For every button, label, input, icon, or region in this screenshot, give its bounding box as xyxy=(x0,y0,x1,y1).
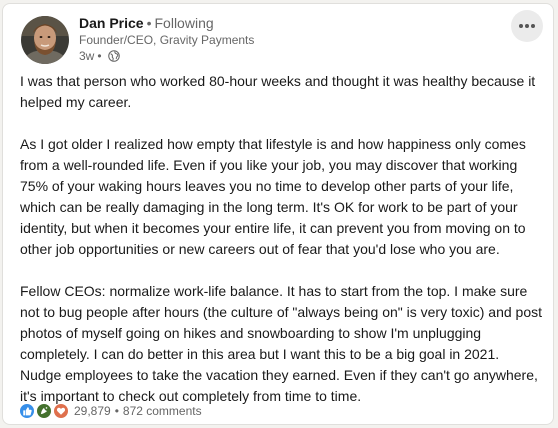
follow-status: Following xyxy=(154,15,214,31)
like-icon xyxy=(19,403,35,419)
author-headline: Founder/CEO, Gravity Payments xyxy=(79,33,255,47)
more-horizontal-icon xyxy=(519,24,535,28)
social-separator: • xyxy=(114,404,119,418)
post-meta: 3w • xyxy=(79,48,254,64)
author-name[interactable]: Dan Price xyxy=(79,15,144,31)
post-paragraph: As I got older I realized how empty that… xyxy=(20,136,526,257)
meta-separator: • xyxy=(97,49,102,63)
globe-icon xyxy=(107,50,120,62)
more-options-button[interactable] xyxy=(511,10,543,42)
author-name-line: Dan Price • Following xyxy=(79,15,254,32)
social-counts: 29,879 • 872 comments xyxy=(19,401,202,421)
celebrate-icon xyxy=(36,403,52,419)
avatar-photo xyxy=(21,16,69,64)
post-card: Dan Price • Following Founder/CEO, Gravity… xyxy=(2,3,554,425)
comments-count[interactable]: 872 comments xyxy=(123,404,202,418)
love-icon xyxy=(53,403,69,419)
reaction-count[interactable]: 29,879 xyxy=(74,404,111,418)
post-age: 3w xyxy=(79,49,95,63)
post-text: I was that person who worked 80-hour wee… xyxy=(20,71,544,407)
post-paragraph: Fellow CEOs: normalize work-life balance… xyxy=(20,283,543,404)
post-header: Dan Price • Following Founder/CEO, Gravity… xyxy=(79,15,254,64)
post-paragraph: I was that person who worked 80-hour wee… xyxy=(20,73,536,110)
author-avatar[interactable] xyxy=(21,16,69,64)
reactions-summary[interactable] xyxy=(19,403,70,419)
name-separator: • xyxy=(146,15,152,31)
